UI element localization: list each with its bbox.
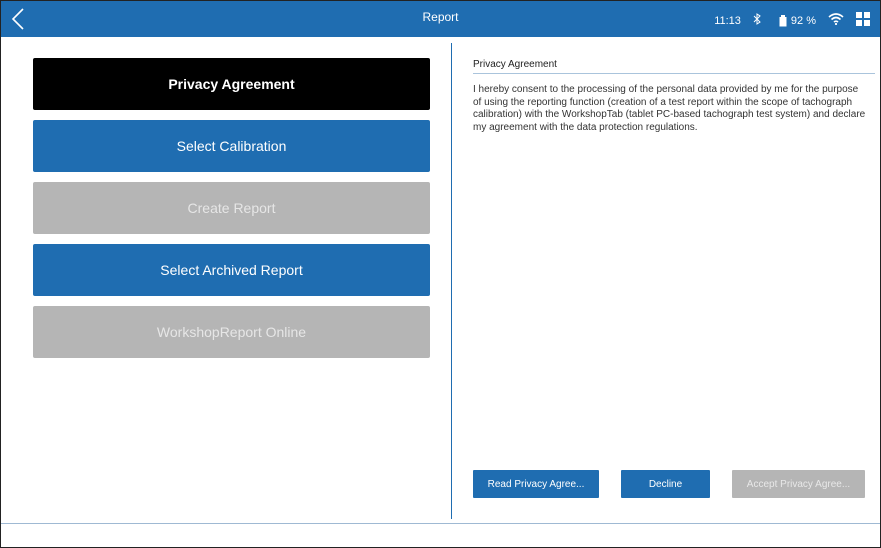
status-bar: 11:13 92 % [714, 10, 870, 31]
agreement-text: I hereby consent to the processing of th… [473, 84, 866, 133]
grid-icon[interactable] [856, 10, 870, 31]
read-privacy-agreement-button[interactable]: Read Privacy Agree... [473, 470, 599, 498]
panel-heading: Privacy Agreement [473, 59, 557, 70]
clock: 11:13 [714, 14, 741, 27]
bottom-divider [1, 523, 880, 524]
panel-divider [451, 43, 452, 519]
accept-privacy-agreement-button[interactable]: Accept Privacy Agree... [732, 470, 865, 498]
app-window: Report 11:13 92 % Privacy Agreement Sele… [0, 0, 881, 548]
menu-workshopreport-online[interactable]: WorkshopReport Online [33, 306, 430, 358]
bluetooth-icon [753, 13, 761, 28]
menu-select-archived-report[interactable]: Select Archived Report [33, 244, 430, 296]
menu-select-calibration[interactable]: Select Calibration [33, 120, 430, 172]
top-bar: Report 11:13 92 % [1, 1, 880, 37]
heading-rule [473, 73, 875, 74]
battery-percentage: 92 % [790, 14, 816, 27]
wifi-icon [828, 13, 844, 28]
menu-create-report[interactable]: Create Report [33, 182, 430, 234]
menu-privacy-agreement[interactable]: Privacy Agreement [33, 58, 430, 110]
decline-button[interactable]: Decline [621, 470, 710, 498]
battery-icon [779, 14, 787, 27]
